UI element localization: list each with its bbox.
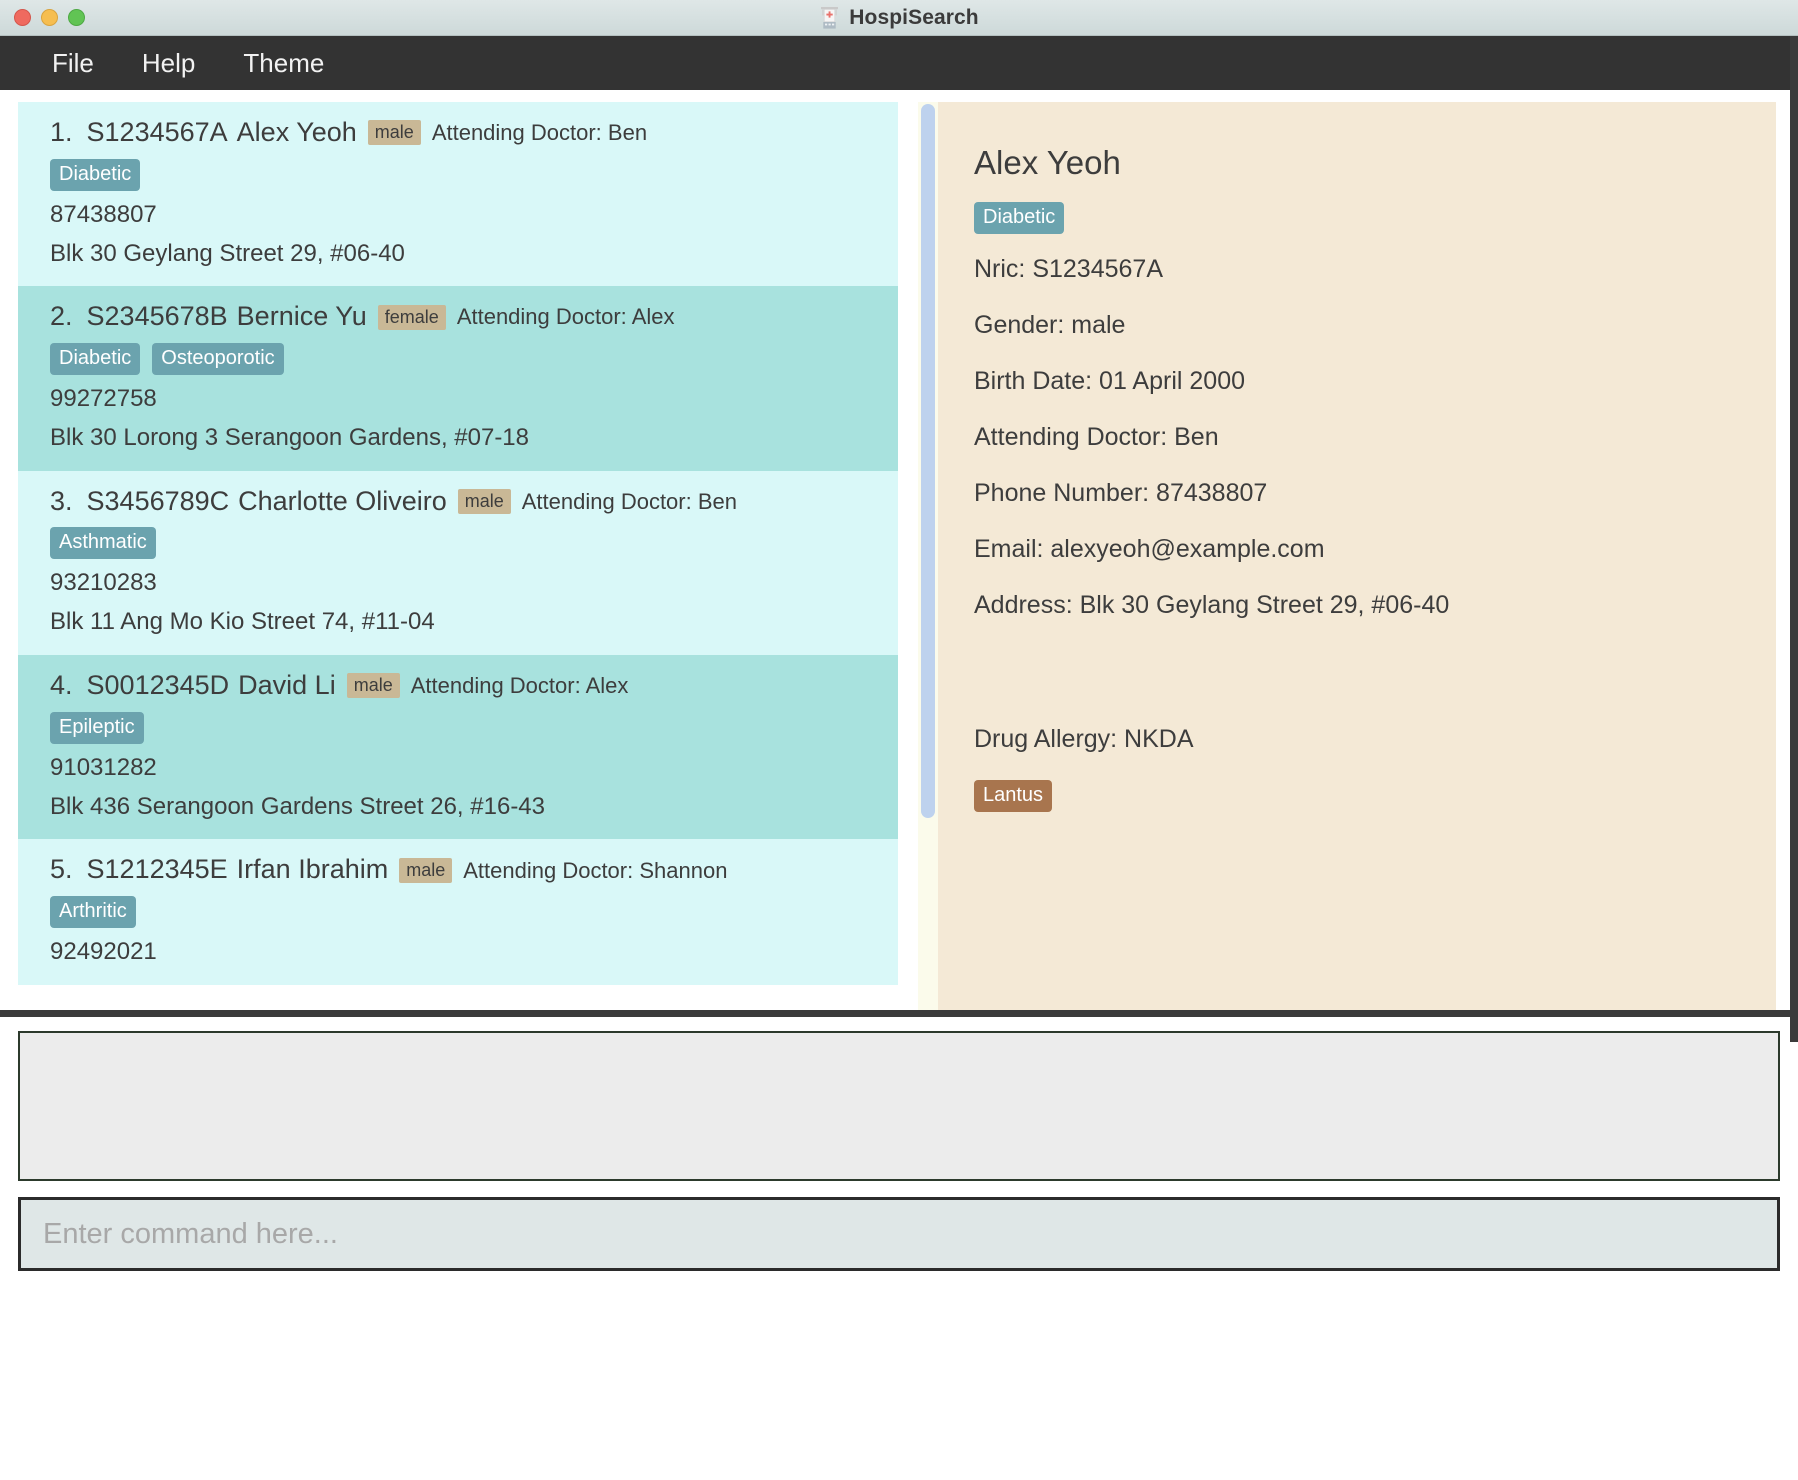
patient-list-panel[interactable]: 1. S1234567A Alex Yeoh male Attending Do… xyxy=(18,102,916,1010)
patient-phone: 87438807 xyxy=(50,200,157,228)
detail-attending-doctor: Attending Doctor: Ben xyxy=(974,423,1219,451)
list-item[interactable]: 2. S2345678B Bernice Yu female Attending… xyxy=(18,286,898,471)
gender-badge: female xyxy=(377,304,446,330)
menu-item-help[interactable]: Help xyxy=(118,44,219,83)
attending-doctor: Attending Doctor: Ben xyxy=(521,488,737,514)
condition-tag: Arthritic xyxy=(50,896,136,929)
minimize-window-button[interactable] xyxy=(41,9,58,26)
menu-bar: File Help Theme xyxy=(0,36,1798,90)
condition-tag-row: Arthritic xyxy=(50,896,898,929)
patient-nric: S0012345D xyxy=(86,670,230,701)
detail-spacer xyxy=(974,646,1776,724)
detail-phone-number: Phone Number: 87438807 xyxy=(974,479,1268,507)
gender-badge: male xyxy=(367,120,421,146)
window-right-edge xyxy=(1790,36,1798,1042)
gender-badge: male xyxy=(399,857,453,883)
patient-name: David Li xyxy=(238,670,336,701)
allergy-tag: Lantus xyxy=(974,780,1053,812)
attending-doctor: Attending Doctor: Alex xyxy=(410,673,629,699)
detail-patient-name: Alex Yeoh xyxy=(974,144,1121,181)
patient-headline: 1. S1234567A Alex Yeoh male Attending Do… xyxy=(50,116,898,150)
condition-tag: Epileptic xyxy=(50,711,144,744)
hospital-icon xyxy=(821,6,839,29)
detail-birth-date: Birth Date: 01 April 2000 xyxy=(974,367,1245,395)
list-item-index: 2. xyxy=(50,301,73,332)
patient-list-scrollbar[interactable] xyxy=(918,102,938,1010)
condition-tag-row: Epileptic xyxy=(50,711,898,744)
scrollbar-thumb[interactable] xyxy=(921,104,935,818)
condition-tag: Diabetic xyxy=(974,202,1065,234)
maximize-window-button[interactable] xyxy=(68,9,85,26)
patient-phone: 99272758 xyxy=(50,385,157,413)
app-window: HospiSearch File Help Theme 1. S1234567A… xyxy=(0,0,1798,1480)
list-item-index: 3. xyxy=(50,485,73,516)
patient-phone: 91031282 xyxy=(50,753,157,781)
patient-nric: S1212345E xyxy=(86,854,228,885)
condition-tag-row: Diabetic Osteoporotic xyxy=(50,343,898,376)
patient-headline: 4. S0012345D David Li male Attending Doc… xyxy=(50,669,898,703)
list-item[interactable]: 5. S1212345E Irfan Ibrahim male Attendin… xyxy=(18,839,898,985)
patient-headline: 5. S1212345E Irfan Ibrahim male Attendin… xyxy=(50,853,898,887)
patient-detail-panel: Alex Yeoh Diabetic Nric: S1234567A Gende… xyxy=(938,102,1776,1010)
bottom-panel: Enter command here... xyxy=(0,1010,1798,1480)
detail-drug-allergy: Drug Allergy: NKDA xyxy=(974,725,1194,753)
condition-tag-row: Asthmatic xyxy=(50,527,898,560)
result-display xyxy=(18,1031,1780,1181)
command-input-placeholder: Enter command here... xyxy=(43,1217,338,1250)
detail-gender: Gender: male xyxy=(974,311,1126,339)
patient-phone: 92492021 xyxy=(50,938,157,966)
list-item[interactable]: 3. S3456789C Charlotte Oliveiro male Att… xyxy=(18,470,898,656)
main-content: 1. S1234567A Alex Yeoh male Attending Do… xyxy=(0,90,1798,1010)
patient-nric: S3456789C xyxy=(86,485,230,516)
attending-doctor: Attending Doctor: Alex xyxy=(456,304,675,330)
patient-name: Bernice Yu xyxy=(236,301,367,332)
detail-allergy-tag-row: Lantus xyxy=(974,780,1776,812)
detail-nric: Nric: S1234567A xyxy=(974,255,1164,283)
patient-list: 1. S1234567A Alex Yeoh male Attending Do… xyxy=(18,102,898,985)
gender-badge: male xyxy=(457,489,511,515)
list-item[interactable]: 1. S1234567A Alex Yeoh male Attending Do… xyxy=(18,102,898,287)
patient-phone: 93210283 xyxy=(50,569,157,597)
patient-headline: 3. S3456789C Charlotte Oliveiro male Att… xyxy=(50,485,898,519)
gender-badge: male xyxy=(346,673,400,699)
condition-tag: Osteoporotic xyxy=(152,343,284,376)
condition-tag-row: Diabetic xyxy=(50,158,898,191)
detail-email: Email: alexyeoh@example.com xyxy=(974,535,1325,563)
attending-doctor: Attending Doctor: Ben xyxy=(431,120,648,146)
window-controls xyxy=(14,9,85,26)
condition-tag: Diabetic xyxy=(50,158,141,191)
condition-tag: Diabetic xyxy=(50,343,141,376)
list-item-index: 5. xyxy=(50,854,73,885)
menu-item-file[interactable]: File xyxy=(28,44,118,83)
menu-item-theme[interactable]: Theme xyxy=(219,44,348,83)
condition-tag: Asthmatic xyxy=(50,527,156,560)
list-item-index: 4. xyxy=(50,670,73,701)
close-window-button[interactable] xyxy=(14,9,31,26)
patient-address: Blk 436 Serangoon Gardens Street 26, #16… xyxy=(50,792,545,820)
list-item[interactable]: 4. S0012345D David Li male Attending Doc… xyxy=(18,655,898,840)
list-item-index: 1. xyxy=(50,117,73,147)
detail-address: Address: Blk 30 Geylang Street 29, #06-4… xyxy=(974,591,1450,619)
patient-address: Blk 30 Geylang Street 29, #06-40 xyxy=(50,239,405,267)
patient-headline: 2. S2345678B Bernice Yu female Attending… xyxy=(50,300,898,334)
window-title: HospiSearch xyxy=(849,5,979,29)
patient-address: Blk 30 Lorong 3 Serangoon Gardens, #07-1… xyxy=(50,423,530,451)
patient-name: Alex Yeoh xyxy=(236,117,357,147)
window-title-group: HospiSearch xyxy=(0,0,1798,35)
patient-address: Blk 11 Ang Mo Kio Street 74, #11-04 xyxy=(50,608,435,636)
patient-nric: S1234567A xyxy=(86,117,228,147)
command-input[interactable]: Enter command here... xyxy=(18,1197,1780,1271)
title-bar: HospiSearch xyxy=(0,0,1798,36)
patient-nric: S2345678B xyxy=(86,301,228,332)
patient-name: Irfan Ibrahim xyxy=(236,854,389,885)
attending-doctor: Attending Doctor: Shannon xyxy=(463,857,728,883)
patient-name: Charlotte Oliveiro xyxy=(238,485,447,516)
detail-condition-tag-row: Diabetic xyxy=(974,202,1776,234)
